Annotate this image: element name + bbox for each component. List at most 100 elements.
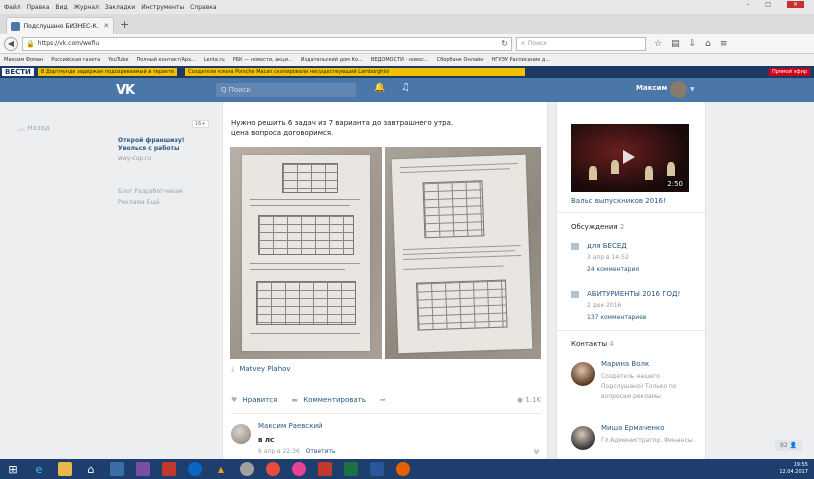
bookmark-item[interactable]: Сбербанк Онлайн bbox=[437, 57, 484, 63]
menu-history[interactable]: Журнал bbox=[74, 4, 99, 11]
back-arrow-icon[interactable]: ◀ bbox=[4, 36, 18, 51]
avatar[interactable] bbox=[571, 426, 595, 450]
video-thumbnail[interactable]: 2:50 bbox=[571, 124, 689, 192]
library-icon[interactable]: ▤ bbox=[671, 39, 680, 49]
windows-start-icon[interactable]: ⊞ bbox=[6, 462, 20, 476]
bookmark-item[interactable]: Lenta.ru bbox=[204, 57, 225, 63]
table-drawing bbox=[256, 281, 356, 325]
app-icon[interactable] bbox=[110, 462, 124, 476]
scroll-badge[interactable]: 82 👤 bbox=[775, 440, 803, 451]
contact-name[interactable]: Миша Ермаченко bbox=[601, 424, 664, 432]
figure-shape bbox=[589, 166, 597, 180]
menu-bookmarks[interactable]: Закладки bbox=[105, 4, 135, 11]
browser-tab[interactable]: Подслушано БИЗНЕС-К... ✕ bbox=[6, 17, 114, 34]
footer-links: Блог Разработчикам Реклама Ещё bbox=[118, 186, 183, 208]
chrome-icon[interactable] bbox=[266, 462, 280, 476]
discussion-title[interactable]: для БЕСЕД bbox=[587, 242, 627, 250]
menu-icon[interactable]: ≡ bbox=[720, 39, 728, 49]
reply-link[interactable]: Ответить bbox=[306, 448, 336, 455]
bookmark-item[interactable]: YouTube bbox=[108, 57, 128, 63]
menu-view[interactable]: Вид bbox=[55, 4, 67, 11]
app-icon[interactable] bbox=[292, 462, 306, 476]
close-icon[interactable]: ✕ bbox=[786, 1, 804, 8]
vk-search-placeholder: Q Поиск bbox=[221, 86, 251, 94]
footer-links-row[interactable]: Блог Разработчикам bbox=[118, 186, 183, 197]
menu-tools[interactable]: Инструменты bbox=[141, 4, 184, 11]
bookmark-item[interactable]: Полный контакт/Арх... bbox=[136, 57, 195, 63]
excel-icon[interactable] bbox=[344, 462, 358, 476]
avatar[interactable] bbox=[571, 362, 595, 386]
discussion-comments[interactable]: 137 комментариев bbox=[587, 314, 646, 321]
post-author[interactable]: ⤓ Matvey Plahov bbox=[231, 365, 291, 374]
chevron-down-icon[interactable]: ▼ bbox=[690, 86, 695, 93]
firefox-icon[interactable] bbox=[396, 462, 410, 476]
hp-icon[interactable] bbox=[188, 462, 202, 476]
ad-site[interactable]: way-cup.ru bbox=[118, 155, 151, 162]
reload-icon[interactable]: ↻ bbox=[501, 39, 508, 48]
bookmark-item[interactable]: ВЕДОМОСТИ - новос... bbox=[371, 57, 429, 63]
ie-icon[interactable]: e bbox=[32, 462, 46, 476]
discussions-title[interactable]: Обсуждения 2 bbox=[571, 223, 624, 231]
vesti-logo[interactable]: ВЕСТИ bbox=[2, 68, 34, 76]
text-line bbox=[250, 205, 350, 206]
live-button[interactable]: Прямой эфир bbox=[768, 68, 810, 76]
address-bar[interactable]: 🔒 https://vk.com/wefiu ↻ bbox=[22, 36, 512, 51]
ticker-headline[interactable]: Создатели клона Porsche Macan скопировал… bbox=[185, 68, 526, 76]
ticker-headline[interactable]: В Дортмунде задержан подозреваемый в тер… bbox=[37, 68, 178, 76]
word-icon[interactable] bbox=[370, 462, 384, 476]
menu-edit[interactable]: Правка bbox=[27, 4, 50, 11]
post-photo[interactable] bbox=[385, 147, 541, 359]
system-tray[interactable]: 19:55 12.04.2017 bbox=[779, 462, 808, 476]
tab-close-icon[interactable]: ✕ bbox=[103, 22, 109, 30]
menu-file[interactable]: Файл bbox=[4, 4, 21, 11]
footer-links-row[interactable]: Реклама Ещё bbox=[118, 197, 183, 208]
contacts-title[interactable]: Контакты 4 bbox=[571, 340, 614, 348]
divider bbox=[557, 330, 705, 331]
app-icon[interactable] bbox=[318, 462, 332, 476]
comment-button[interactable]: ▬ Комментировать bbox=[291, 396, 366, 404]
bookmark-item[interactable]: Максим Фоман bbox=[4, 57, 43, 63]
window-controls: – □ ✕ bbox=[746, 1, 810, 8]
star-icon[interactable]: ☆ bbox=[654, 39, 662, 49]
vk-search-input[interactable]: Q Поиск bbox=[216, 83, 356, 97]
heart-icon[interactable]: ♥ bbox=[533, 448, 540, 457]
bookmark-item[interactable]: Издательский дом Ко... bbox=[301, 57, 363, 63]
new-tab-icon[interactable]: + bbox=[120, 18, 129, 31]
vlc-icon[interactable]: ▲ bbox=[214, 462, 228, 476]
post-photo[interactable] bbox=[230, 147, 382, 359]
minimize-icon[interactable]: – bbox=[746, 1, 749, 8]
user-name[interactable]: Максим bbox=[636, 84, 667, 92]
vk-logo[interactable]: VK bbox=[116, 83, 135, 98]
bell-icon[interactable]: 🔔 bbox=[374, 83, 385, 93]
search-icon: ⌕ bbox=[521, 39, 525, 47]
play-icon[interactable] bbox=[623, 150, 635, 164]
table-drawing bbox=[415, 279, 508, 331]
contact-name[interactable]: Марина Волк bbox=[601, 360, 649, 368]
ad-title[interactable]: Открой франшизу! Уволься с работы bbox=[118, 137, 208, 153]
navigation-bar: ◀ 🔒 https://vk.com/wefiu ↻ ⌕ Поиск ☆ ▤ ⇩… bbox=[0, 34, 814, 54]
folder-icon[interactable] bbox=[58, 462, 72, 476]
app-icon[interactable] bbox=[136, 462, 150, 476]
avatar[interactable] bbox=[231, 424, 251, 444]
like-button[interactable]: ♥ Нравится bbox=[231, 396, 277, 404]
discussion-title[interactable]: АБИТУРИЕНТЫ 2016 ГОД! bbox=[587, 290, 680, 298]
pdf-icon[interactable] bbox=[162, 462, 176, 476]
maximize-icon[interactable]: □ bbox=[765, 1, 771, 8]
bookmark-item[interactable]: НГУЭУ Расписание д... bbox=[492, 57, 551, 63]
home-icon[interactable]: ⌂ bbox=[705, 39, 711, 49]
bookmark-item[interactable]: Российская газета bbox=[51, 57, 100, 63]
video-title[interactable]: Вальс выпускников 2016! bbox=[571, 197, 666, 205]
app-icon[interactable] bbox=[240, 462, 254, 476]
browser-search-input[interactable]: ⌕ Поиск bbox=[516, 36, 646, 51]
views-count: 1.1K bbox=[525, 396, 541, 404]
avatar[interactable] bbox=[670, 81, 687, 98]
bookmark-item[interactable]: РБК — новости, акци... bbox=[233, 57, 293, 63]
share-icon[interactable]: ➦ bbox=[380, 396, 386, 404]
discussion-comments[interactable]: 24 комментария bbox=[587, 266, 639, 273]
comment-author[interactable]: Максим Раевский bbox=[258, 422, 323, 430]
download-icon[interactable]: ⇩ bbox=[689, 39, 697, 49]
home-icon[interactable]: ⌂ bbox=[84, 462, 98, 476]
menu-help[interactable]: Справка bbox=[190, 4, 216, 11]
music-icon[interactable]: ♫ bbox=[401, 82, 410, 93]
back-link[interactable]: ︿ Назад bbox=[18, 123, 50, 133]
